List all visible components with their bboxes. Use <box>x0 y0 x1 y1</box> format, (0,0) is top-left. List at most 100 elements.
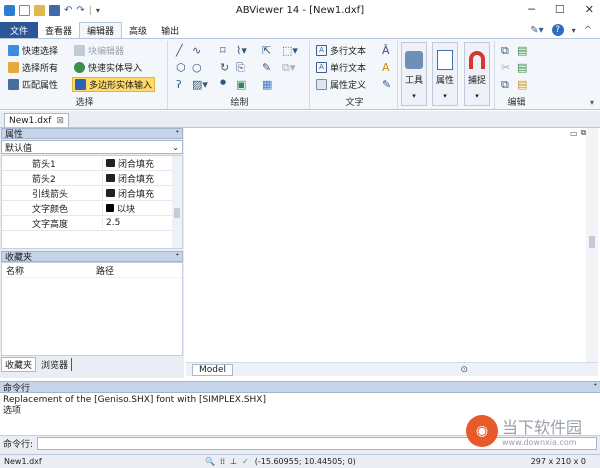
circle-icon[interactable]: ○ <box>192 61 202 74</box>
tools-icon <box>405 51 423 69</box>
pencil-icon[interactable]: ✎ <box>262 61 271 74</box>
paste-icon[interactable]: ▤ <box>517 61 527 74</box>
command-panel-header: 命令行 ᐩ <box>0 381 600 394</box>
text-pen-icon[interactable]: ✎ <box>382 78 391 91</box>
text-style-icon[interactable]: Ā <box>382 44 390 57</box>
ortho-icon[interactable]: ⊥ <box>230 457 237 466</box>
copy-format-icon[interactable]: ⧉▾ <box>282 61 295 75</box>
mirror-icon[interactable]: ⎘ <box>236 61 245 75</box>
polyline-icon[interactable]: ∿ <box>192 44 201 57</box>
match-properties-icon <box>8 79 19 90</box>
polygon-entity-input-button[interactable]: 多边形实体输入 <box>72 77 156 92</box>
canvas-vertical-scrollbar[interactable] <box>586 128 598 362</box>
quick-entity-import-button[interactable]: 快速实体导入 <box>74 60 142 75</box>
group-label-edit: 编辑 <box>507 98 526 108</box>
property-row[interactable]: 箭头2 闭合填充 <box>2 171 182 186</box>
collapse-ribbon-icon[interactable]: ^ <box>584 25 592 36</box>
close-icon[interactable]: ✕ <box>585 3 594 16</box>
property-row[interactable]: 文字高度 2.5 <box>2 216 182 231</box>
ribbon-expand-icon[interactable]: ▾ <box>590 98 594 107</box>
quick-select-button[interactable]: 快速选择 <box>8 43 58 58</box>
pin-icon[interactable]: ᐩ <box>175 129 179 139</box>
ribbon: 快速选择 选择所有 匹配属性 块编辑器 快速实体导入 多边形实体输入 选择 ╱ … <box>0 38 600 110</box>
rotate-icon[interactable]: ↻ <box>220 61 229 74</box>
command-label: 命令行: <box>3 440 34 450</box>
polygon-input-icon <box>75 79 86 90</box>
property-scrollbar[interactable] <box>172 156 182 248</box>
drawing-canvas[interactable]: ▭ ⧉ ✕ <box>186 128 596 362</box>
column-name[interactable]: 名称 <box>2 264 92 277</box>
hexagon-icon[interactable]: ⬡ <box>176 61 186 74</box>
help-dropdown-icon[interactable]: ▾ <box>572 26 576 35</box>
chevron-down-icon: ⌄ <box>172 142 179 152</box>
mtext-icon: A <box>316 45 327 56</box>
image-icon[interactable]: ▣ <box>236 78 246 91</box>
group-label-text: 文字 <box>345 98 364 108</box>
paste-special-icon[interactable]: ▤ <box>517 44 527 57</box>
snap-button[interactable]: 捕捉 ▾ <box>464 42 490 106</box>
text-edit-icon[interactable]: A <box>382 61 390 74</box>
line-icon[interactable]: ╱ <box>176 44 183 57</box>
cut-icon[interactable]: ✂ <box>501 61 510 74</box>
attdef-icon <box>316 79 327 90</box>
watermark: ◉ 当下软件园 www.downxia.com <box>466 414 582 447</box>
arrow-swatch-icon <box>106 189 115 197</box>
color-swatch-icon <box>106 204 114 212</box>
status-filename: New1.dxf <box>4 457 42 466</box>
hatch-icon[interactable]: ▨▾ <box>192 78 208 91</box>
move-icon[interactable]: ⇱ <box>262 44 271 57</box>
tab-file[interactable]: 文件 <box>0 22 39 38</box>
osnap-icon[interactable]: ✓ <box>242 457 249 466</box>
tools-button[interactable]: 工具 ▾ <box>401 42 427 106</box>
tab-viewer[interactable]: 查看器 <box>38 22 79 38</box>
minimize-icon[interactable]: ─ <box>528 3 535 16</box>
tab-advanced[interactable]: 高级 <box>122 22 154 38</box>
zoom-icon[interactable]: 🔍 <box>205 457 215 466</box>
spline-icon[interactable]: ⌇▾ <box>236 44 247 57</box>
attribute-definition-button[interactable]: 属性定义 <box>316 77 366 92</box>
tab-editor[interactable]: 编辑器 <box>79 22 123 38</box>
tab-explorer[interactable]: 浏览器 <box>38 357 73 371</box>
properties-button[interactable]: 属性 ▾ <box>432 42 458 106</box>
rectangle-icon[interactable]: ⌑ <box>220 44 226 57</box>
grid-icon[interactable]: ⁞⁞ <box>220 457 225 466</box>
maximize-icon[interactable]: ☐ <box>555 3 565 16</box>
tab-output[interactable]: 输出 <box>154 22 186 38</box>
copy-icon[interactable]: ⧉ <box>501 44 509 58</box>
property-row[interactable]: 文字颜色 以块 <box>2 201 182 216</box>
duplicate-icon[interactable]: ⧉ <box>501 78 509 92</box>
tab-favorites[interactable]: 收藏夹 <box>1 356 37 372</box>
select-all-button[interactable]: 选择所有 <box>8 60 58 75</box>
property-grid: 箭头1 闭合填充 箭头2 闭合填充 引线箭头 闭合填充 文字颜色 以块 文字高度 2.5 <box>1 155 183 249</box>
arc-icon[interactable]: ʔ <box>176 78 182 91</box>
table-icon[interactable]: ▦ <box>262 78 272 91</box>
help-icon[interactable]: ? <box>551 24 564 36</box>
single-line-text-button[interactable]: A 单行文本 <box>316 60 366 75</box>
tab-model[interactable]: Model <box>192 363 234 376</box>
ribbon-group-text: A 多行文本 A 单行文本 属性定义 Ā A ✎ 文字 <box>312 41 398 109</box>
favorites-pin-icon[interactable]: ᐩ <box>175 252 179 262</box>
point-icon[interactable]: ● <box>220 78 226 86</box>
doc-tab-new1[interactable]: New1.dxf ⊠ <box>4 113 69 127</box>
close-tab-icon[interactable]: ⊠ <box>56 116 64 126</box>
layout-tabs-dropdown-icon[interactable]: ⊙ <box>460 365 468 375</box>
property-row[interactable]: 箭头1 闭合填充 <box>2 156 182 171</box>
favorites-panel-header: 收藏夹 ᐩ <box>1 251 183 263</box>
clipboard-icon[interactable]: ▤ <box>517 78 527 91</box>
text-icon: A <box>316 62 327 73</box>
snap-dropdown-icon: ▾ <box>475 92 479 100</box>
block-editor-button[interactable]: 块编辑器 <box>74 43 124 58</box>
status-drawing-size: 297 x 210 x 0 <box>530 457 586 466</box>
style-icon[interactable]: ✎▾ <box>530 25 543 36</box>
ribbon-group-edit: ⧉ ▤ ✂ ▤ ⧉ ▤ 编辑 <box>494 41 538 109</box>
group-label-draw: 绘制 <box>230 98 249 108</box>
command-pin-icon[interactable]: ᐩ <box>593 382 597 392</box>
property-row[interactable]: 引线箭头 闭合填充 <box>2 186 182 201</box>
array-icon[interactable]: ⬚▾ <box>282 44 298 57</box>
column-path[interactable]: 路径 <box>92 264 114 277</box>
restore-doc-icon[interactable]: ▭ <box>570 129 578 138</box>
match-properties-button[interactable]: 匹配属性 <box>8 77 58 92</box>
property-filter-select[interactable]: 默认值 ⌄ <box>1 140 183 154</box>
multiline-text-button[interactable]: A 多行文本 <box>316 43 366 58</box>
tools-dropdown-icon: ▾ <box>412 92 416 100</box>
